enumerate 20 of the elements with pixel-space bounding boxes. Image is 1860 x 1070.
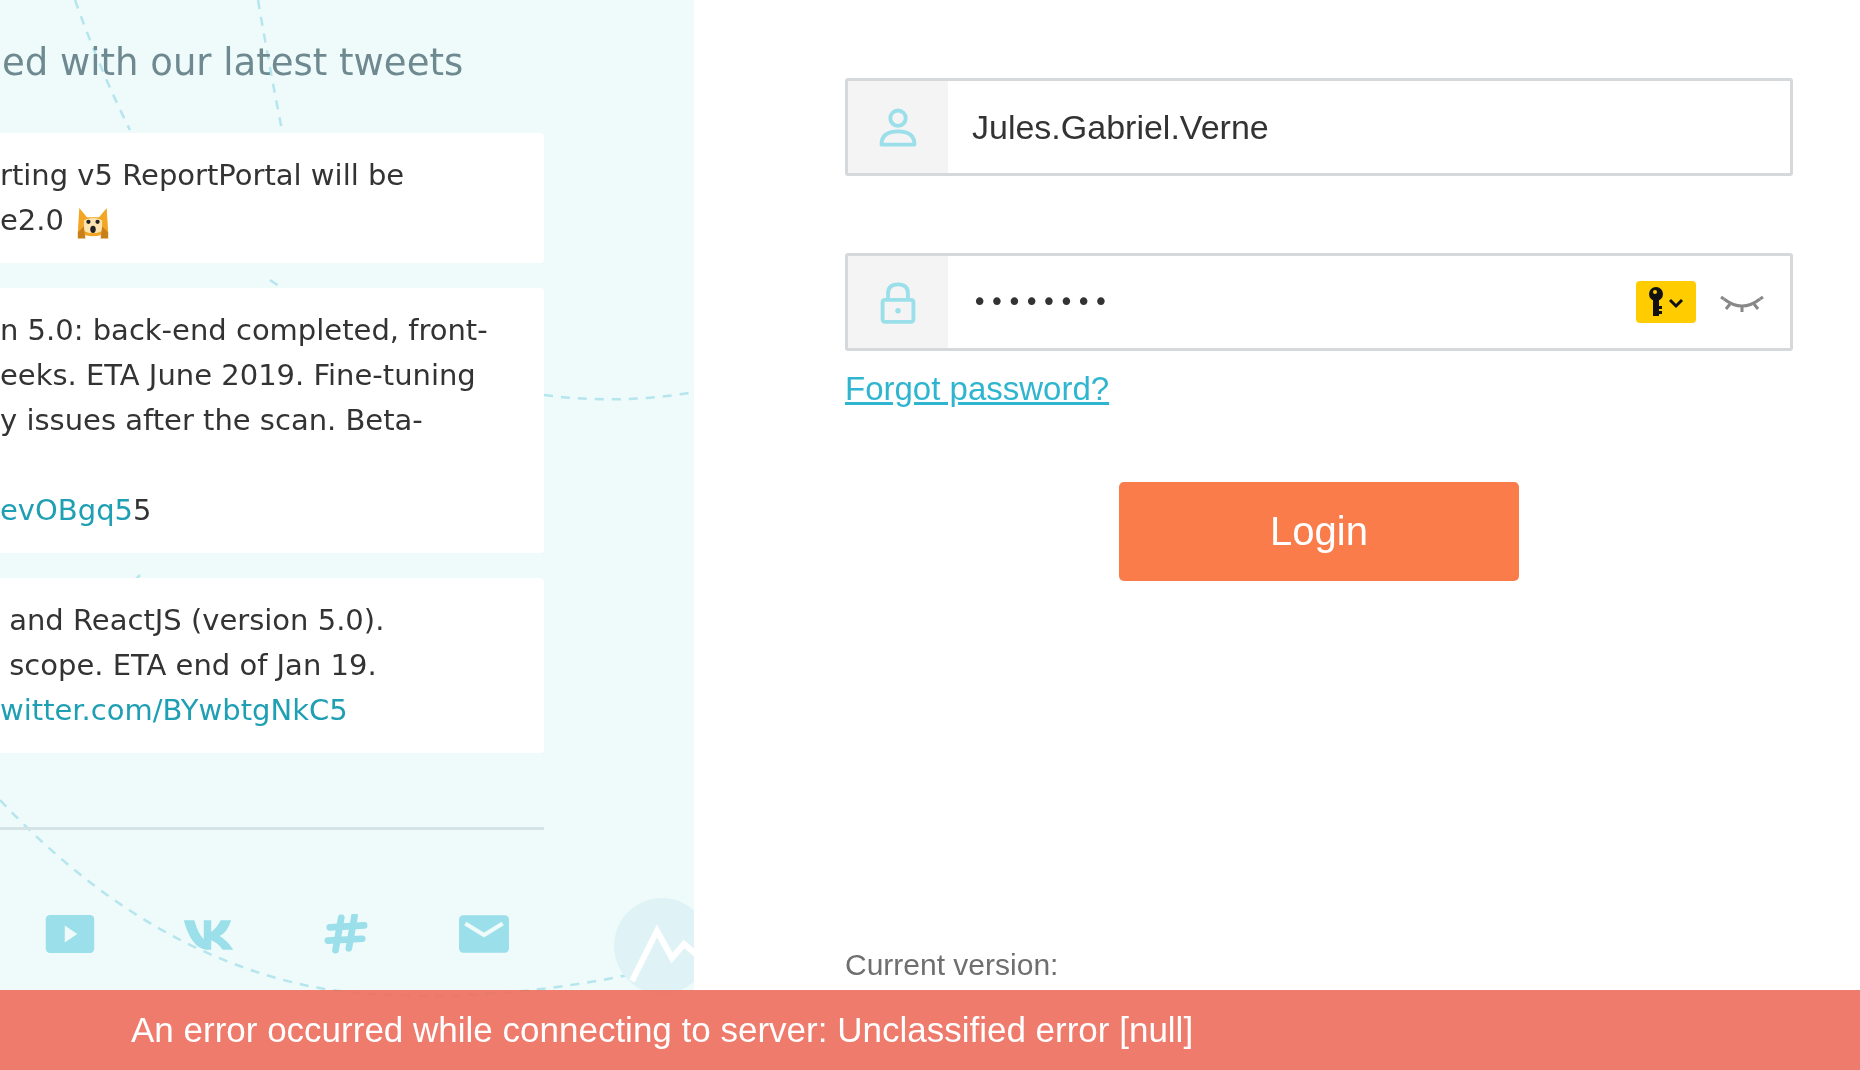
tweet-text: e2.0 [0, 202, 64, 239]
forgot-password-link[interactable]: Forgot password? [845, 369, 1110, 409]
tweet-link[interactable]: evOBgq5 [0, 488, 133, 533]
key-menu-icon[interactable] [1636, 281, 1696, 323]
play-icon[interactable] [44, 914, 96, 954]
password-field[interactable]: •••••••• [845, 253, 1793, 351]
tweet-text: rting v5 ReportPortal will be [0, 157, 405, 194]
tweet-link[interactable]: witter.com/BYwbtgNkC5 [0, 688, 348, 733]
mail-icon[interactable] [458, 914, 510, 954]
version-label: Current version: [845, 948, 1059, 982]
tweet-text: eeks. ETA June 2019. Fine-tuning [0, 357, 476, 394]
tweet-text: n 5.0: back-end completed, front- [0, 312, 488, 349]
login-button[interactable]: Login [1119, 482, 1519, 581]
error-message: An error occurred while connecting to server: Unclassified error [null] [131, 1010, 1194, 1050]
tweet-text: scope. ETA end of Jan 19. [8, 647, 377, 684]
username-field[interactable]: Jules.Gabriel.Verne [845, 78, 1793, 176]
tweet-text: 5 [133, 492, 152, 529]
panel-heading: ed with our latest tweets [2, 40, 465, 86]
tweet-text: y issues after the scan. Beta- [0, 402, 423, 439]
tweet-text: and ReactJS (version 5.0). [8, 602, 385, 639]
